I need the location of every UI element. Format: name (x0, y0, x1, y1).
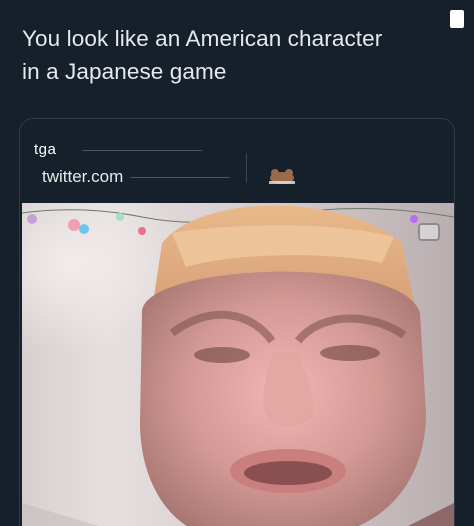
redacted-domain-line (130, 177, 230, 178)
bear-emoji-icon (269, 169, 295, 184)
tweet-text: You look like an American character in a… (22, 22, 452, 88)
quoted-tweet-header: tga twitter.com (20, 119, 454, 201)
redacted-handle-line (82, 150, 202, 151)
person-face-image (22, 205, 454, 526)
bookmark-icon (450, 10, 464, 28)
tweet-text-line-2: in a Japanese game (22, 59, 227, 84)
video-media[interactable] (22, 203, 454, 526)
header-divider (246, 153, 247, 183)
quoted-tweet-card[interactable]: tga twitter.com (19, 118, 455, 526)
tweet-text-line-1: You look like an American character (22, 26, 383, 51)
quoted-domain[interactable]: twitter.com (42, 167, 123, 187)
video-camera-icon (418, 223, 440, 241)
quoted-handle[interactable]: tga (34, 141, 56, 158)
